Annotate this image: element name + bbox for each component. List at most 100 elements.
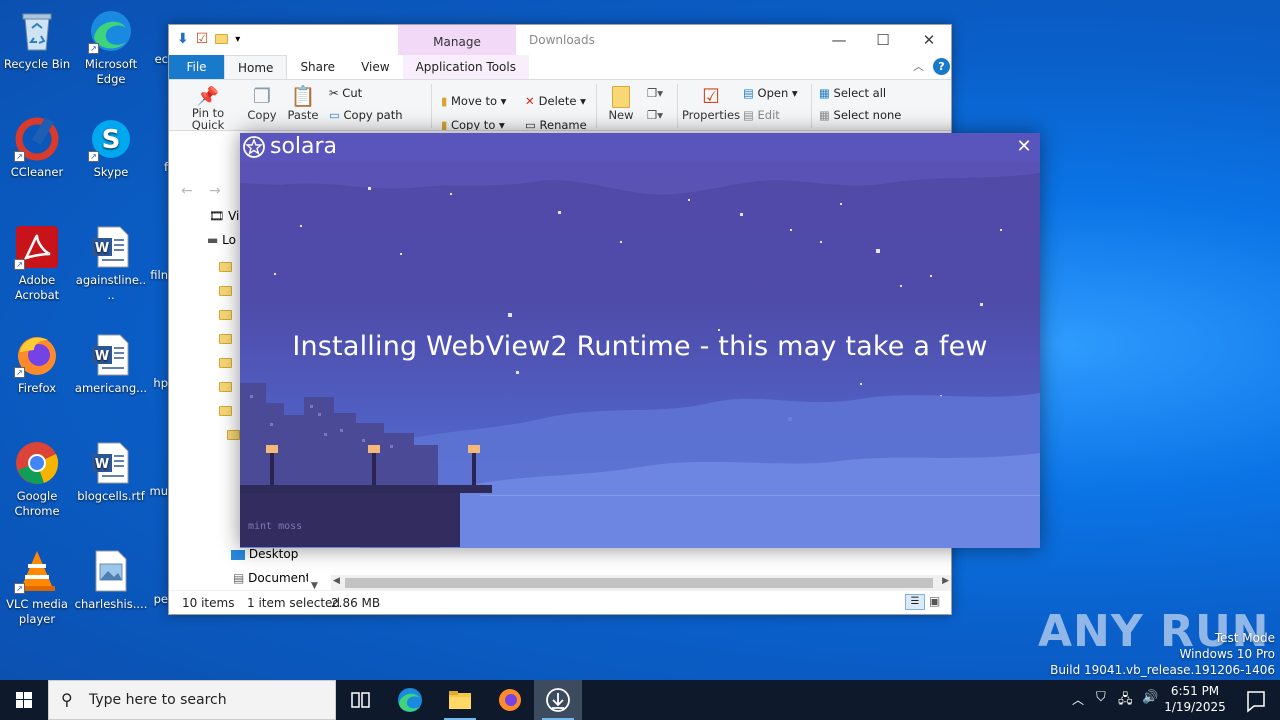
status-bar: 10 items 1 item selected 2.86 MB ☰ ▣: [169, 590, 951, 614]
open-button[interactable]: ▤ Open ▾: [743, 86, 798, 100]
qa-dropdown-icon[interactable]: ▾: [235, 34, 240, 45]
desktop-icon-vlc[interactable]: ↗ VLC media player: [0, 548, 74, 627]
details-view-icon[interactable]: ☰: [905, 594, 925, 610]
desktop-icon-ccleaner[interactable]: ↗ CCleaner: [0, 116, 74, 180]
taskbar-solara-installer[interactable]: [534, 680, 582, 720]
tree-folder[interactable]: [219, 379, 232, 393]
desktop-icon-adobe-acrobat[interactable]: ↗ Adobe Acrobat: [0, 224, 74, 303]
clock-date: 1/19/2025: [1164, 700, 1226, 714]
shortcut-arrow-icon: ↗: [88, 151, 99, 162]
tree-folder[interactable]: [219, 403, 232, 417]
tree-folder[interactable]: [219, 259, 232, 273]
folder-icon: [219, 405, 232, 416]
taskbar-edge[interactable]: [386, 680, 434, 720]
properties-button[interactable]: ☑ Properties: [681, 84, 741, 122]
desktop-icon-microsoft-edge[interactable]: ↗ Microsoft Edge: [74, 8, 148, 87]
download-arrow-icon[interactable]: ⬇: [177, 31, 189, 47]
task-view-button[interactable]: [336, 680, 384, 720]
desktop-icon-google-chrome[interactable]: Google Chrome: [0, 440, 74, 519]
desktop-icon-partial-4[interactable]: hp: [128, 376, 168, 391]
minimize-button[interactable]: —: [819, 29, 859, 51]
taskbar: ⚲ Type here to search ︿ ⛉ 🖧 🔊 6:51 PM 1/…: [0, 680, 1280, 720]
desktop-icon-firefox[interactable]: ↗ Firefox: [0, 332, 74, 396]
pin-to-quick-access-button[interactable]: 📌 Pin to Quick access: [175, 86, 241, 130]
taskbar-file-explorer[interactable]: [436, 680, 484, 720]
scroll-right-arrow-icon[interactable]: ▶: [942, 576, 949, 586]
forward-arrow-icon[interactable]: →: [209, 183, 221, 199]
copy-button[interactable]: ❐ Copy: [245, 84, 279, 122]
ribbon-separator: [677, 84, 678, 128]
copy-to-button[interactable]: ▮ Copy to ▾: [441, 118, 505, 130]
tab-view[interactable]: View: [348, 55, 402, 79]
scroll-left-arrow-icon[interactable]: ◀: [333, 576, 340, 586]
notification-center-button[interactable]: [1232, 680, 1280, 720]
open-icon: ▤: [743, 86, 758, 100]
paste-button[interactable]: 📋 Paste: [285, 84, 321, 122]
horizontal-scrollbar[interactable]: ◀ ▶: [331, 575, 951, 591]
tree-item-videos[interactable]: 🎞 Vi: [209, 209, 239, 223]
horizontal-scroll-thumb[interactable]: [345, 578, 933, 588]
new-item-button[interactable]: ❐▾: [647, 86, 663, 100]
tab-share[interactable]: Share: [287, 55, 348, 79]
delete-button[interactable]: ✕ Delete ▾: [525, 94, 586, 108]
desktop-icon-partial-5[interactable]: mu: [128, 484, 169, 499]
tab-application-tools[interactable]: Application Tools: [402, 55, 529, 79]
desktop-icon-partial-3[interactable]: filn: [128, 268, 168, 283]
folder-icon: [219, 309, 232, 320]
tab-home[interactable]: Home: [224, 55, 288, 79]
help-icon[interactable]: ?: [933, 58, 950, 75]
copy-path-button[interactable]: ▭ Copy path: [329, 108, 403, 122]
security-icon[interactable]: ⛉: [1096, 690, 1106, 705]
properties-check-icon[interactable]: ☑: [196, 31, 209, 47]
ribbon-collapse-icon[interactable]: ︿: [913, 58, 924, 74]
new-folder-icon[interactable]: [215, 31, 229, 47]
show-hidden-icons-icon[interactable]: ︿: [1072, 691, 1084, 708]
folder-icon: [219, 285, 232, 296]
folder-icon: [227, 429, 240, 440]
tree-item-local-disk[interactable]: ▬ Lo: [207, 233, 236, 247]
tree-item-documents[interactable]: ▤ Document: [233, 571, 310, 585]
taskbar-firefox[interactable]: [486, 680, 534, 720]
pin-icon: 📌: [196, 86, 220, 107]
tree-folder[interactable]: [219, 355, 232, 369]
svg-text:S: S: [102, 125, 121, 155]
select-all-button[interactable]: ▦ Select all: [819, 86, 886, 100]
edit-button[interactable]: ▤ Edit: [743, 108, 780, 122]
taskbar-search-box[interactable]: ⚲ Type here to search: [48, 680, 336, 720]
maximize-button[interactable]: ☐: [863, 29, 903, 51]
desktop-icon-partial-6[interactable]: pe: [128, 592, 168, 607]
start-button[interactable]: [0, 680, 48, 720]
clock-time: 6:51 PM: [1170, 684, 1220, 698]
cut-button[interactable]: ✂ Cut: [329, 86, 362, 100]
easy-access-button[interactable]: ❐▾: [647, 108, 663, 122]
large-icons-view-icon[interactable]: ▣: [929, 594, 940, 608]
move-to-button[interactable]: ▮ Move to ▾: [441, 94, 506, 108]
network-icon[interactable]: 🖧: [1118, 690, 1133, 712]
tree-folder[interactable]: [219, 283, 232, 297]
select-none-button[interactable]: ▦ Select none: [819, 108, 901, 122]
back-arrow-icon[interactable]: ←: [181, 183, 193, 199]
solara-close-button[interactable]: ✕: [1014, 137, 1034, 157]
videos-icon: 🎞: [209, 209, 229, 223]
vlc-icon: ↗: [14, 548, 60, 594]
tree-item-desktop[interactable]: Desktop: [231, 547, 298, 561]
volume-icon[interactable]: 🔊: [1142, 690, 1158, 705]
desktop-icon-againstline[interactable]: W againstline....: [74, 224, 148, 303]
tree-folder[interactable]: [219, 307, 232, 321]
close-button[interactable]: ✕: [909, 29, 949, 51]
svg-text:W: W: [95, 457, 109, 472]
rename-button[interactable]: ▭ Rename: [525, 118, 587, 130]
desktop-icon-partial-2[interactable]: f: [128, 160, 168, 175]
new-folder-button[interactable]: New: [605, 86, 637, 122]
tree-folder[interactable]: [219, 331, 232, 345]
folder-icon: [219, 381, 232, 392]
file-explorer-icon: [449, 691, 471, 709]
manage-tab[interactable]: Manage: [398, 25, 516, 55]
tree-folder[interactable]: [227, 427, 240, 441]
edge-icon: ↗: [88, 8, 134, 54]
desktop-icon-partial-1[interactable]: ec: [128, 52, 168, 67]
desktop-icon-recycle-bin[interactable]: Recycle Bin: [0, 8, 74, 72]
tab-file[interactable]: File: [169, 55, 224, 79]
taskbar-clock[interactable]: 6:51 PM 1/19/2025: [1160, 683, 1230, 715]
shortcut-arrow-icon: ↗: [88, 43, 99, 54]
